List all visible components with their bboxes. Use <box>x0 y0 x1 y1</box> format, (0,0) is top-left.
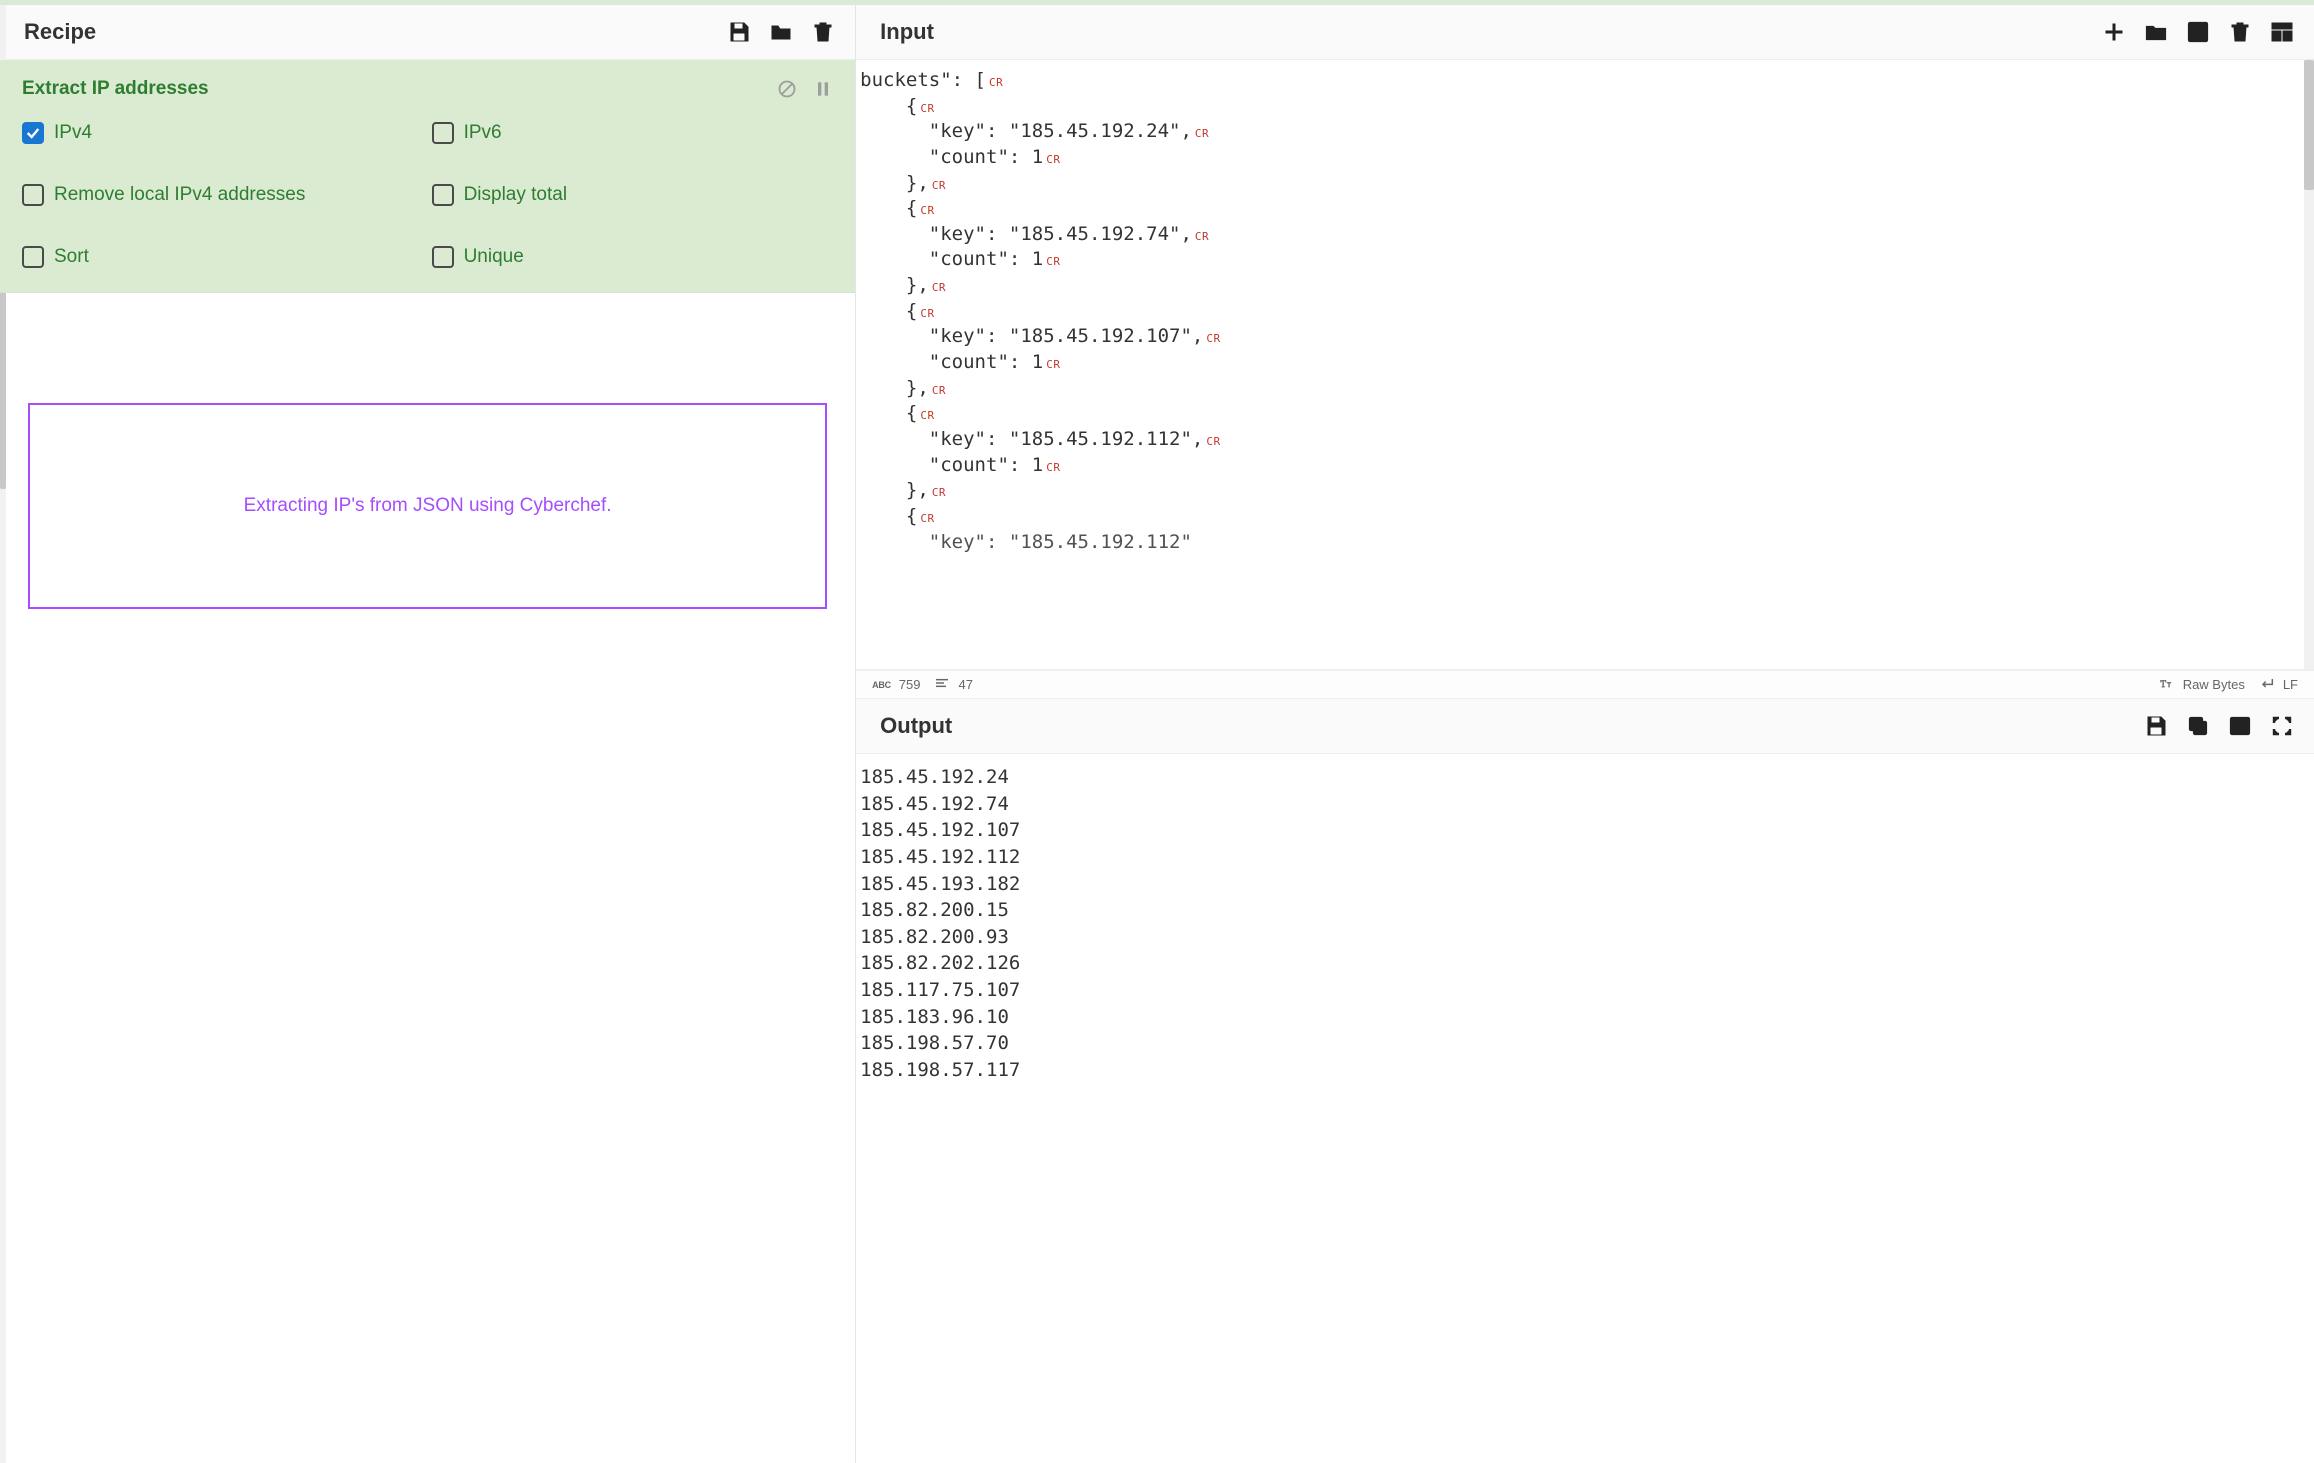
copy-icon[interactable] <box>2186 714 2210 738</box>
input-body: buckets": [CR {CR "key": "185.45.192.24"… <box>856 60 2314 670</box>
return-icon <box>2259 675 2275 694</box>
eol-toggle[interactable]: LF <box>2259 675 2298 694</box>
lines-icon <box>934 675 950 694</box>
option-ipv4[interactable]: IPv4 <box>22 122 424 144</box>
svg-text:T: T <box>2160 680 2166 690</box>
open-folder-icon[interactable] <box>2144 20 2168 44</box>
save-output-icon[interactable] <box>2144 714 2168 738</box>
output-line: 185.117.75.107 <box>860 977 2310 1004</box>
option-sort[interactable]: Sort <box>22 246 424 268</box>
output-line: 185.82.202.126 <box>860 950 2310 977</box>
checkbox-icon <box>22 246 44 268</box>
folder-icon[interactable] <box>769 20 793 44</box>
option-label: IPv6 <box>464 122 502 144</box>
output-line: 185.45.192.107 <box>860 817 2310 844</box>
option-label: Display total <box>464 184 568 206</box>
font-icon: TT <box>2159 675 2175 694</box>
char-count[interactable]: ABC 759 <box>872 677 920 692</box>
eol-label: LF <box>2283 677 2298 692</box>
option-unique[interactable]: Unique <box>432 246 834 268</box>
checkbox-icon <box>22 184 44 206</box>
checkbox-icon <box>22 122 44 144</box>
output-text[interactable]: 185.45.192.24185.45.192.74185.45.192.107… <box>856 754 2314 1463</box>
output-line: 185.82.200.93 <box>860 924 2310 951</box>
output-line: 185.198.57.70 <box>860 1030 2310 1057</box>
input-scrollbar-thumb[interactable] <box>2304 60 2314 190</box>
output-line: 185.45.192.24 <box>860 764 2310 791</box>
input-scrollbar[interactable] <box>2304 60 2314 669</box>
fullscreen-icon[interactable] <box>2270 714 2294 738</box>
svg-text:T: T <box>2167 682 2171 689</box>
output-line: 185.45.192.74 <box>860 791 2310 818</box>
char-count-value: 759 <box>899 677 921 692</box>
option-remove-local[interactable]: Remove local IPv4 addresses <box>22 184 424 206</box>
pause-icon[interactable] <box>813 79 833 99</box>
output-header-icons <box>2144 714 2294 738</box>
disable-icon[interactable] <box>777 79 797 99</box>
input-stats-bar: ABC 759 47 TT Raw Byt <box>856 670 2314 699</box>
operation-title: Extract IP addresses <box>22 78 209 100</box>
encoding-toggle[interactable]: TT Raw Bytes <box>2159 675 2245 694</box>
option-ipv6[interactable]: IPv6 <box>432 122 834 144</box>
output-line: 185.198.57.117 <box>860 1057 2310 1084</box>
input-header-icons <box>2102 20 2294 44</box>
abc-icon: ABC <box>872 680 891 690</box>
output-section: Output 185.45.192.24185.45.19 <box>856 699 2314 1463</box>
operation-title-row: Extract IP addresses <box>22 78 833 100</box>
recipe-pane: Recipe Extract IP addresses <box>0 5 856 1463</box>
option-display-total[interactable]: Display total <box>432 184 834 206</box>
encoding-label: Raw Bytes <box>2183 677 2245 692</box>
input-section: Input <box>856 5 2314 699</box>
option-label: IPv4 <box>54 122 92 144</box>
input-header: Input <box>856 5 2314 60</box>
operation-actions <box>777 79 833 99</box>
load-input-icon[interactable] <box>2186 20 2210 44</box>
plus-icon[interactable] <box>2102 20 2126 44</box>
trash-icon[interactable] <box>2228 20 2252 44</box>
input-text[interactable]: buckets": [CR {CR "key": "185.45.192.24"… <box>856 60 2302 669</box>
app-root: Recipe Extract IP addresses <box>0 0 2314 1463</box>
input-title: Input <box>880 19 934 45</box>
output-header: Output <box>856 699 2314 754</box>
recipe-title: Recipe <box>24 19 96 45</box>
annotation-text: Extracting IP's from JSON using Cyberche… <box>244 495 612 516</box>
checkbox-icon <box>432 246 454 268</box>
output-line: 185.45.193.182 <box>860 871 2310 898</box>
recipe-header: Recipe <box>0 5 855 60</box>
output-title: Output <box>880 713 952 739</box>
annotation-box: Extracting IP's from JSON using Cyberche… <box>28 403 827 609</box>
output-line: 185.45.192.112 <box>860 844 2310 871</box>
option-label: Sort <box>54 246 89 268</box>
checkbox-icon <box>432 122 454 144</box>
io-pane: Input <box>856 5 2314 1463</box>
save-icon[interactable] <box>727 20 751 44</box>
trash-icon[interactable] <box>811 20 835 44</box>
checkbox-icon <box>432 184 454 206</box>
upload-output-icon[interactable] <box>2228 714 2252 738</box>
option-label: Remove local IPv4 addresses <box>54 184 305 206</box>
operation-extract-ip[interactable]: Extract IP addresses IPv4 IPv <box>0 60 855 293</box>
recipe-header-icons <box>727 20 835 44</box>
line-count-value: 47 <box>958 677 972 692</box>
option-label: Unique <box>464 246 524 268</box>
line-count[interactable]: 47 <box>934 675 972 694</box>
output-line: 185.183.96.10 <box>860 1004 2310 1031</box>
operation-options: IPv4 IPv6 Remove local IPv4 addresses Di… <box>22 122 833 268</box>
tabs-icon[interactable] <box>2270 20 2294 44</box>
output-line: 185.82.200.15 <box>860 897 2310 924</box>
